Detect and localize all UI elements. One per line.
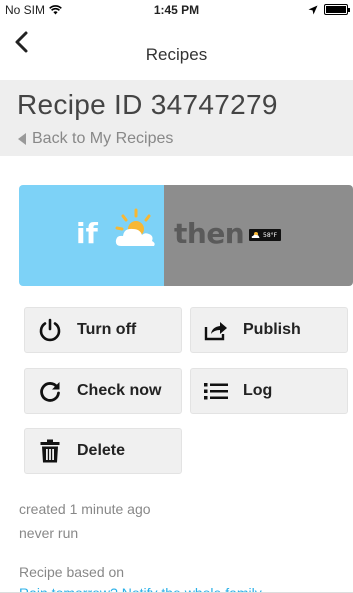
battery-icon (324, 4, 350, 15)
weather-chip: 58°F (249, 229, 282, 241)
battery-level (326, 6, 346, 13)
back-to-my-recipes-link[interactable]: Back to My Recipes (18, 130, 173, 148)
based-on-label: Recipe based on (19, 564, 125, 580)
check-now-button[interactable]: Check now (24, 368, 182, 414)
sun-cloud-icon (115, 208, 155, 246)
recipe-header: Recipe ID 34747279 Back to My Recipes (0, 80, 353, 156)
small-weather-icon (251, 232, 260, 238)
created-timestamp: created 1 minute ago (19, 501, 151, 517)
log-label: Log (243, 382, 273, 399)
delete-label: Delete (77, 442, 126, 459)
turn-off-label: Turn off (77, 321, 137, 338)
action-panel: then 58°F (164, 185, 353, 286)
share-icon (203, 317, 229, 343)
status-bar: No SIM 1:45 PM (0, 0, 353, 20)
chevron-left-icon[interactable] (10, 27, 36, 57)
publish-button[interactable]: Publish (190, 307, 348, 353)
last-run-status: never run (19, 525, 79, 541)
trigger-panel: if (19, 185, 164, 286)
log-button[interactable]: Log (190, 368, 348, 414)
recipe-card[interactable]: if then 58°F (19, 185, 353, 286)
delete-button[interactable]: Delete (24, 428, 182, 474)
status-right (308, 4, 350, 15)
refresh-icon (37, 378, 63, 404)
turn-off-button[interactable]: Turn off (24, 307, 182, 353)
caret-left-icon (18, 133, 26, 145)
power-icon (37, 317, 63, 343)
trash-icon (37, 438, 63, 464)
recipe-id-title: Recipe ID 34747279 (17, 89, 278, 120)
nav-bar: Recipes (0, 20, 353, 64)
nav-title: Recipes (145, 45, 208, 64)
publish-label: Publish (243, 321, 301, 338)
back-link-label: Back to My Recipes (32, 130, 174, 147)
weather-chip-text: 58°F (263, 231, 278, 239)
list-icon (203, 378, 229, 404)
clock: 1:45 PM (153, 3, 200, 17)
location-arrow-icon (308, 5, 318, 14)
then-label: then (174, 217, 245, 250)
if-label: if (76, 217, 98, 250)
check-now-label: Check now (77, 382, 162, 399)
